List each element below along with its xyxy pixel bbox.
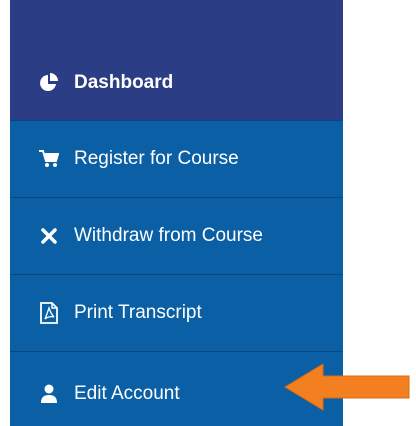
x-mark-icon	[38, 225, 60, 247]
shopping-cart-icon	[38, 148, 60, 170]
sidebar-item-label: Dashboard	[74, 71, 174, 93]
sidebar-item-label: Withdraw from Course	[74, 225, 263, 246]
sidebar-item-dashboard[interactable]: Dashboard	[10, 45, 343, 121]
sidebar-header-strip	[10, 0, 343, 45]
pie-chart-icon	[38, 72, 60, 94]
orange-arrow-icon	[284, 363, 410, 411]
sidebar-item-print-transcript[interactable]: Print Transcript	[10, 275, 343, 352]
pdf-file-icon	[38, 302, 60, 324]
sidebar-item-label: Edit Account	[74, 383, 180, 404]
sidebar-item-withdraw-from-course[interactable]: Withdraw from Course	[10, 198, 343, 275]
sidebar-item-register-for-course[interactable]: Register for Course	[10, 121, 343, 198]
sidebar-item-label: Register for Course	[74, 148, 239, 169]
sidebar-item-label: Print Transcript	[74, 302, 202, 323]
user-icon	[38, 383, 60, 405]
